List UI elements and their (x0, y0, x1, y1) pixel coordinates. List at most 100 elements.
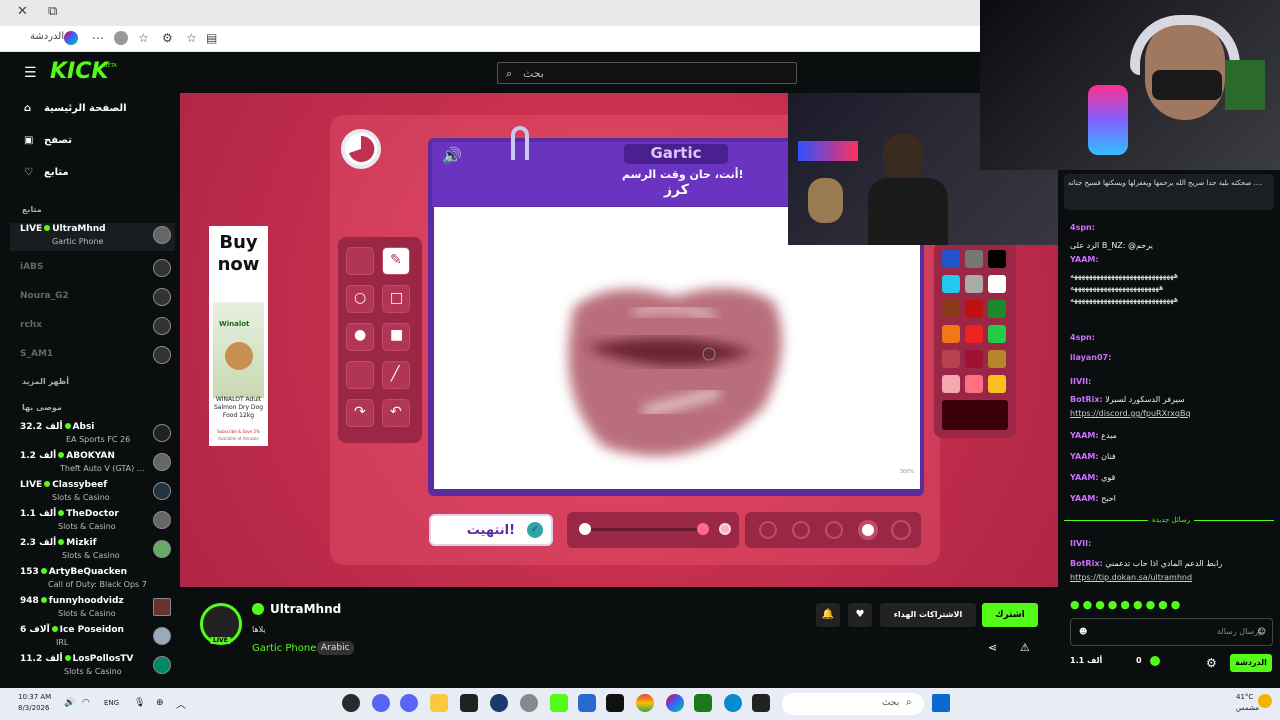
color-swatch[interactable] (965, 325, 983, 343)
brush-size-5[interactable] (891, 520, 911, 540)
chat-username[interactable]: 4spn: (1070, 333, 1095, 342)
circle-tool[interactable]: ○ (346, 285, 374, 313)
sidebar-channel-iabs[interactable]: iABS (10, 256, 175, 284)
follow-heart-icon[interactable]: ♥ (848, 603, 872, 627)
network-icon[interactable]: ⊕ (156, 698, 164, 708)
sidebar-channel-artybequacken[interactable]: 153 ArtyBeQuacken Call of Duty: Black Ops … (10, 566, 175, 594)
settings-gear-icon[interactable] (520, 694, 538, 712)
report-icon[interactable]: ⚠ (1020, 641, 1030, 654)
color-swatch[interactable] (942, 300, 960, 318)
chat-input[interactable]: ☻ إرسال رسالة ☺ (1070, 618, 1273, 646)
epic-games-icon[interactable] (460, 694, 478, 712)
color-swatch[interactable] (965, 350, 983, 368)
app-icon-1[interactable] (342, 694, 360, 712)
chat-username[interactable]: ilayan07: (1070, 353, 1111, 362)
chat-sidebar-label[interactable]: الدردشة (30, 31, 64, 42)
color-swatch[interactable] (965, 275, 983, 293)
sidebar-channel-funnyhoodvidz[interactable]: 948 funnyhoodvidz Slots & Casino (10, 595, 175, 623)
color-swatch[interactable] (965, 300, 983, 318)
show-more-link[interactable]: أظهر المزيد (22, 377, 69, 386)
brush-size-1[interactable] (759, 521, 777, 539)
color-swatch[interactable] (988, 275, 1006, 293)
edge-icon[interactable] (724, 694, 742, 712)
chat-link[interactable]: https://discord.gg/fpuRXrxqBq (1070, 409, 1191, 418)
streamer-name[interactable]: UltraMhnd (270, 602, 341, 616)
color-swatch[interactable] (942, 250, 960, 268)
chat-username[interactable]: YAAM: (1070, 431, 1099, 440)
clock-date[interactable]: 8/3/2026 (18, 704, 49, 712)
sidebar-channel-ultramhnd[interactable]: LIVE UltraMhnd Gartic Phone (10, 223, 175, 251)
rectangle-tool[interactable]: □ (382, 285, 410, 313)
color-swatch[interactable] (965, 375, 983, 393)
brush-opacity-slider[interactable] (567, 512, 739, 548)
tray-chevron-icon[interactable]: ︿ (176, 696, 186, 711)
filled-circle-tool[interactable]: ● (346, 323, 374, 351)
sidebar-channel-noura[interactable]: Noura_G2 (10, 285, 175, 313)
nav-home[interactable]: ⌂ الصفحة الرئيسية (24, 103, 127, 114)
volume-icon[interactable]: 🔊 (64, 698, 75, 708)
line-tool[interactable]: ╱ (382, 361, 410, 389)
chat-username[interactable]: YAAM: (1070, 494, 1099, 503)
capcut-icon[interactable] (606, 694, 624, 712)
menu-icon[interactable]: ☰ (24, 65, 37, 81)
pinned-message[interactable]: صحكته بلية جدا صريح الله يرحمها ويغفرلها… (1064, 174, 1274, 210)
file-explorer-icon[interactable] (430, 694, 448, 712)
kick-logo[interactable]: KICK (50, 59, 108, 84)
emoji-icon[interactable]: ☻ (1079, 627, 1087, 636)
profile-icon[interactable] (114, 31, 128, 45)
chat-username[interactable]: YAAM: (1070, 473, 1099, 482)
chat-username[interactable]: YAAM: (1070, 255, 1099, 264)
sidebar-channel-abokyan[interactable]: 1.2 ألف ABOKYAN Theft Auto V (GTA) ... (10, 450, 175, 478)
color-swatch[interactable] (942, 350, 960, 368)
restore-window-icon[interactable]: ⧉ (48, 4, 57, 19)
sidebar-channel-iceposeidon[interactable]: 6 آلاف Ice Poseidon IRL (10, 624, 175, 652)
close-window-icon[interactable]: ✕ (17, 4, 28, 19)
chat-link[interactable]: https://tip.dokan.sa/ultramhnd (1070, 573, 1192, 582)
wifi-icon[interactable]: ◠ (82, 698, 90, 708)
chat-username[interactable]: 4spn: (1070, 223, 1095, 232)
discord-icon[interactable] (372, 694, 390, 712)
redo-tool[interactable]: ↷ (346, 399, 374, 427)
pencil-tool[interactable]: ✎ (382, 247, 410, 275)
steam-icon[interactable] (490, 694, 508, 712)
taskbar-search[interactable]: بحث ⌕ (782, 693, 924, 715)
copilot-icon[interactable] (64, 31, 78, 45)
sidebar-channel-lospollostv[interactable]: 11.2 ألف LosPollosTV Slots & Casino (10, 653, 175, 681)
sidebar-channel-rchx[interactable]: rchx (10, 314, 175, 342)
chat-username[interactable]: IIVII: (1070, 539, 1091, 548)
color-swatch[interactable] (965, 250, 983, 268)
brush-size-3[interactable] (825, 521, 843, 539)
sidebar-channel-classybeef[interactable]: LIVE Classybeef Slots & Casino (10, 479, 175, 507)
subscribe-button[interactable]: اشترك (982, 603, 1038, 627)
chat-username[interactable]: YAAM: (1070, 452, 1099, 461)
brush-size-2[interactable] (792, 521, 810, 539)
drawing-canvas[interactable]: 300% (434, 207, 920, 489)
eraser-tool[interactable] (346, 247, 374, 275)
nav-following[interactable]: ♡ متابع (24, 167, 69, 178)
color-swatch[interactable] (988, 300, 1006, 318)
extensions-icon[interactable]: ⚙ (162, 31, 173, 45)
ad-banner[interactable]: Buy now Winalot WINALOT Adult Salmon Dry… (209, 226, 268, 446)
emote-bar[interactable]: ●●●●●●●●● (1070, 598, 1270, 612)
store-icon[interactable] (578, 694, 596, 712)
gift-subs-button[interactable]: الاشتراكات الهداء (880, 603, 976, 627)
color-swatch[interactable] (988, 250, 1006, 268)
color-swatch[interactable] (942, 275, 960, 293)
language-tag[interactable]: Arabic (317, 641, 354, 655)
collections-icon[interactable]: ▤ (206, 31, 217, 45)
share-icon[interactable]: ⋖ (988, 641, 997, 654)
sidebar-channel-sam1[interactable]: S_AM1 (10, 343, 175, 371)
clock-time[interactable]: 10:37 AM (18, 693, 51, 701)
color-swatch[interactable] (988, 375, 1006, 393)
color-swatch[interactable] (942, 325, 960, 343)
bell-icon[interactable]: 🔔 (816, 603, 840, 627)
color-swatch[interactable] (988, 350, 1006, 368)
discord-icon-2[interactable] (400, 694, 418, 712)
chat-username[interactable]: IIVII: (1070, 377, 1091, 386)
slider-handle[interactable] (579, 523, 591, 535)
search-input[interactable]: ⌕ بحث (497, 62, 797, 84)
mic-icon[interactable]: 🎙 (134, 698, 145, 708)
sidebar-channel-thedoctor[interactable]: 1.1 ألف TheDoctor Slots & Casino (10, 508, 175, 536)
filled-rectangle-tool[interactable]: ■ (382, 323, 410, 351)
more-icon[interactable]: ⋯ (92, 31, 104, 45)
